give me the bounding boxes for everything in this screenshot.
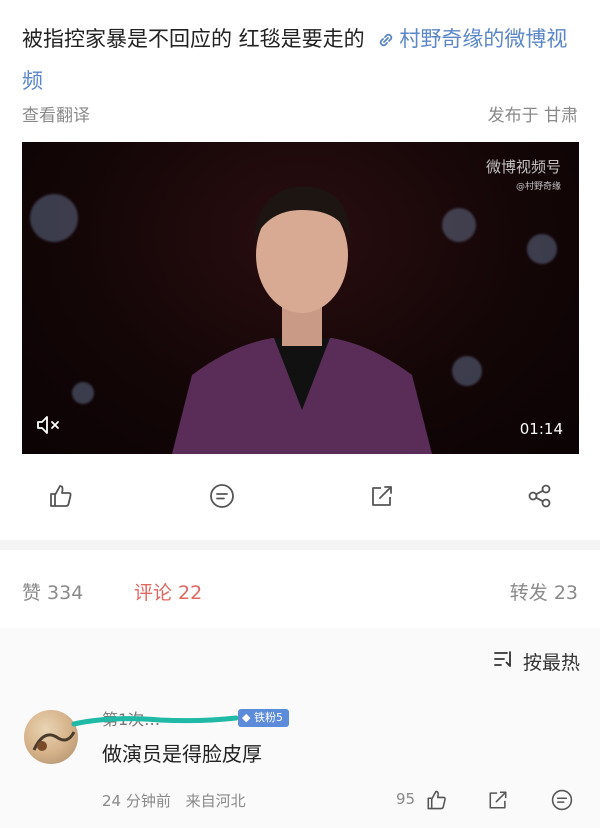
thumb-up-icon[interactable] <box>40 476 80 516</box>
video-duration: 01:14 <box>519 420 563 438</box>
post-actions <box>0 476 600 516</box>
comment-time: 24 分钟前 <box>102 792 171 810</box>
bokeh-light <box>527 234 557 264</box>
comment-text: 做演员是得脸皮厚 <box>102 742 262 766</box>
section-divider <box>0 540 600 550</box>
video-frame-person <box>172 186 432 454</box>
comment-location: 来自河北 <box>185 792 246 810</box>
video-player[interactable]: 微博视频号 @村野奇缘 01:14 <box>22 142 579 454</box>
comment-icon[interactable] <box>202 476 242 516</box>
share-box-icon[interactable] <box>362 476 402 516</box>
watermark: 微博视频号 @村野奇缘 <box>486 156 561 192</box>
sort-label: 按最热 <box>522 652 580 674</box>
bokeh-light <box>72 382 94 404</box>
link-icon <box>377 23 395 62</box>
tab-comments[interactable]: 评论 22 <box>134 578 202 605</box>
comments-section: 按最热 第1次… ◆ 铁粉5 做演员是得脸皮厚 24 分钟前 来自河北 95 <box>0 628 600 828</box>
sort-icon <box>493 650 515 673</box>
watermark-text: 微博视频号 <box>485 158 561 176</box>
post-location: 发布于 甘肃 <box>487 106 578 126</box>
tab-reposts[interactable]: 转发 23 <box>510 578 578 605</box>
bokeh-light <box>452 356 482 386</box>
thumb-up-icon[interactable] <box>424 788 448 816</box>
redaction-scribble <box>71 715 239 727</box>
translate-link[interactable]: 查看翻译 <box>22 101 90 126</box>
comment-meta: 24 分钟前 来自河北 <box>102 790 246 811</box>
post-body: 被指控家暴是不回应的 红毯是要走的 <box>22 27 365 51</box>
comment-icon[interactable] <box>550 788 574 816</box>
share-icon[interactable] <box>520 476 560 516</box>
bokeh-light <box>30 194 78 242</box>
tab-likes[interactable]: 赞 334 <box>22 578 83 605</box>
mute-icon[interactable] <box>36 414 62 440</box>
bokeh-light <box>442 208 476 242</box>
watermark-handle: @村野奇缘 <box>515 182 561 192</box>
sort-button[interactable]: 按最热 <box>493 648 580 675</box>
share-box-icon[interactable] <box>486 788 510 816</box>
comment-like-count: 95 <box>396 790 416 808</box>
badge-label: 铁粉5 <box>253 711 283 724</box>
post-text: 被指控家暴是不回应的 红毯是要走的 村野奇缘的微博视频 <box>22 20 582 101</box>
fan-badge: ◆ 铁粉5 <box>238 709 289 727</box>
